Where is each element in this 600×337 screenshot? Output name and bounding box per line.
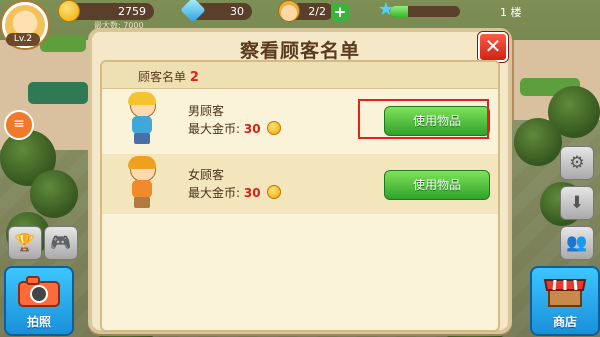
max-coin-label: 最大金币: <box>188 186 241 200</box>
trophy-button[interactable]: 🏆 <box>8 226 42 260</box>
customer-row: 女顾客 最大金币: 30 使用物品 <box>102 154 498 214</box>
customer-name: 男顾客 <box>188 104 225 118</box>
coin-icon <box>58 0 80 22</box>
experience-fill <box>390 6 408 17</box>
highlight-box <box>358 99 489 139</box>
male-customer-icon <box>124 92 160 146</box>
friends-icon: 👥 <box>566 233 588 253</box>
list-label: 顾客名单 <box>138 70 187 84</box>
shop-awning-icon <box>543 279 587 307</box>
experience-bar <box>390 6 460 17</box>
camera-icon <box>18 276 60 307</box>
coin-icon <box>267 121 282 135</box>
gamepad-icon: 🎮 <box>50 233 72 253</box>
close-button[interactable]: ✕ <box>478 32 508 62</box>
max-coin-value: 30 <box>243 122 261 136</box>
shop-button[interactable]: 商店 <box>530 266 600 336</box>
download-button[interactable]: ⬇ <box>560 186 594 220</box>
max-coin-line: 最大金币: 30 <box>188 120 282 137</box>
shop-label: 商店 <box>552 315 577 329</box>
list-title: 顾客名单 2 <box>138 68 199 85</box>
list-count: 2 <box>189 70 199 85</box>
gem-value: 30 <box>230 5 244 18</box>
customer-name: 女顾客 <box>188 168 225 182</box>
floor-label: 1 楼 <box>500 6 522 19</box>
coin-icon <box>267 185 282 199</box>
top-hud: 2759 30 2/2 + ★ 1 楼 最大数: 7000 <box>0 0 600 30</box>
sofa <box>28 82 88 104</box>
list-icon: ≡ <box>13 116 25 132</box>
list-header: 顾客名单 2 <box>102 62 498 89</box>
photo-button[interactable]: 拍照 <box>4 266 74 336</box>
hedge <box>40 36 86 52</box>
add-customer-button[interactable]: + <box>331 3 349 21</box>
trophy-icon: 🏆 <box>14 233 36 253</box>
menu-button[interactable]: ≡ <box>4 110 34 140</box>
photo-label: 拍照 <box>26 315 51 329</box>
friends-button[interactable]: 👥 <box>560 226 594 260</box>
coin-value: 2759 <box>118 5 146 18</box>
tree <box>30 170 78 218</box>
customer-face-icon <box>278 0 300 22</box>
max-coin-value: 30 <box>243 186 261 200</box>
level-badge: Lv.2 <box>6 33 40 46</box>
use-item-button[interactable]: 使用物品 <box>384 170 490 200</box>
max-coin-line: 最大金币: 30 <box>188 184 282 201</box>
max-coin-label: 最大金币: <box>188 122 241 136</box>
female-customer-icon <box>124 156 160 210</box>
gear-icon: ⚙ <box>569 153 585 173</box>
close-icon: ✕ <box>484 34 502 58</box>
customer-value: 2/2 <box>308 5 326 18</box>
settings-button[interactable]: ⚙ <box>560 146 594 180</box>
tree <box>514 118 562 166</box>
dialog-title: 察看顾客名单 <box>239 40 360 62</box>
customer-list-dialog: 察看顾客名单 ✕ 顾客名单 2 男顾客 最大金币: 30 使用物品 女顾客 最大… <box>88 28 512 334</box>
download-icon: ⬇ <box>569 193 585 213</box>
gamepad-button[interactable]: 🎮 <box>44 226 78 260</box>
